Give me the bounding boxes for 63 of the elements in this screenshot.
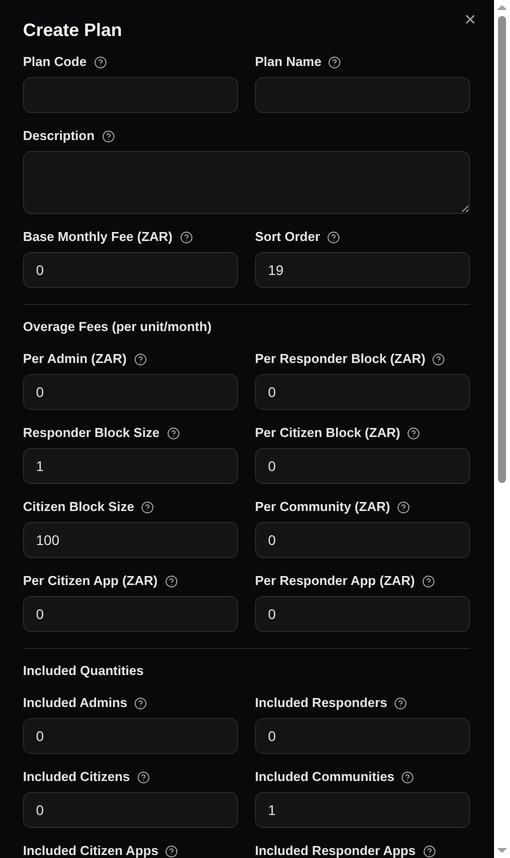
help-icon[interactable] bbox=[401, 770, 414, 784]
close-button[interactable]: × bbox=[464, 10, 476, 30]
field-label: Included Citizens bbox=[23, 768, 130, 786]
field-label: Per Citizen Block (ZAR) bbox=[255, 424, 400, 442]
help-icon[interactable] bbox=[94, 56, 107, 68]
section-heading: Included Quantities bbox=[23, 662, 145, 680]
input-field[interactable]: 1 bbox=[255, 792, 470, 828]
help-icon[interactable] bbox=[141, 500, 154, 514]
scrollbar-thumb[interactable] bbox=[498, 16, 506, 483]
help-icon[interactable] bbox=[102, 130, 115, 142]
input-field[interactable]: 0 bbox=[23, 792, 238, 828]
field-label: Per Responder App (ZAR) bbox=[255, 572, 415, 590]
input-field[interactable]: 0 bbox=[23, 374, 238, 410]
field-label: Included Citizen Apps bbox=[23, 842, 158, 858]
field-label: Per Admin (ZAR) bbox=[23, 350, 127, 368]
input-field[interactable]: 0 bbox=[255, 718, 470, 754]
help-icon[interactable] bbox=[328, 56, 342, 68]
field-label: Base Monthly Fee (ZAR) bbox=[23, 228, 173, 246]
field-label: Responder Block Size bbox=[23, 424, 160, 442]
input-field[interactable] bbox=[23, 77, 238, 113]
help-icon[interactable] bbox=[134, 696, 148, 710]
help-icon[interactable] bbox=[422, 574, 435, 588]
field-label: Included Responder Apps bbox=[255, 842, 416, 858]
field-label: Per Responder Block (ZAR) bbox=[255, 350, 426, 368]
field-label: Included Communities bbox=[255, 768, 394, 786]
scroll-up-icon[interactable] bbox=[497, 5, 507, 10]
help-icon[interactable] bbox=[397, 500, 410, 514]
input-field[interactable]: 0 bbox=[255, 596, 470, 632]
section-heading: Overage Fees (per unit/month) bbox=[23, 318, 213, 336]
field-label: Per Community (ZAR) bbox=[255, 498, 390, 516]
field-label: Plan Name bbox=[255, 53, 322, 72]
field-label: Included Admins bbox=[23, 694, 128, 712]
description-field[interactable] bbox=[23, 151, 470, 214]
help-icon[interactable] bbox=[180, 230, 193, 244]
help-icon[interactable] bbox=[166, 426, 180, 440]
input-field[interactable]: 0 bbox=[255, 448, 470, 484]
scrollbar[interactable] bbox=[494, 0, 510, 858]
field-label: Sort Order bbox=[255, 228, 320, 246]
field-label: Included Responders bbox=[255, 694, 388, 712]
help-icon[interactable] bbox=[394, 696, 408, 710]
help-icon[interactable] bbox=[432, 352, 446, 366]
field-label: Citizen Block Size bbox=[23, 498, 134, 516]
input-field[interactable]: 100 bbox=[23, 522, 238, 558]
input-field[interactable]: 0 bbox=[23, 596, 238, 632]
help-icon[interactable] bbox=[327, 230, 340, 244]
scroll-down-icon[interactable] bbox=[497, 848, 507, 853]
field-label: Per Citizen App (ZAR) bbox=[23, 572, 158, 590]
field-label: Plan Code bbox=[23, 53, 87, 72]
input-field[interactable]: 1 bbox=[23, 448, 238, 484]
input-field[interactable] bbox=[255, 77, 470, 113]
input-field[interactable]: 0 bbox=[255, 374, 470, 410]
input-field[interactable]: 0 bbox=[23, 718, 238, 754]
help-icon[interactable] bbox=[164, 574, 178, 588]
input-field[interactable]: 19 bbox=[255, 252, 470, 288]
dialog-title: Create Plan bbox=[23, 19, 124, 42]
input-field[interactable]: 0 bbox=[23, 252, 238, 288]
help-icon[interactable] bbox=[407, 426, 420, 440]
help-icon[interactable] bbox=[134, 352, 147, 366]
help-icon[interactable] bbox=[165, 844, 178, 858]
input-field[interactable]: 0 bbox=[255, 522, 470, 558]
field-label: Description bbox=[23, 127, 95, 146]
help-icon[interactable] bbox=[136, 770, 150, 784]
help-icon[interactable] bbox=[422, 844, 436, 858]
